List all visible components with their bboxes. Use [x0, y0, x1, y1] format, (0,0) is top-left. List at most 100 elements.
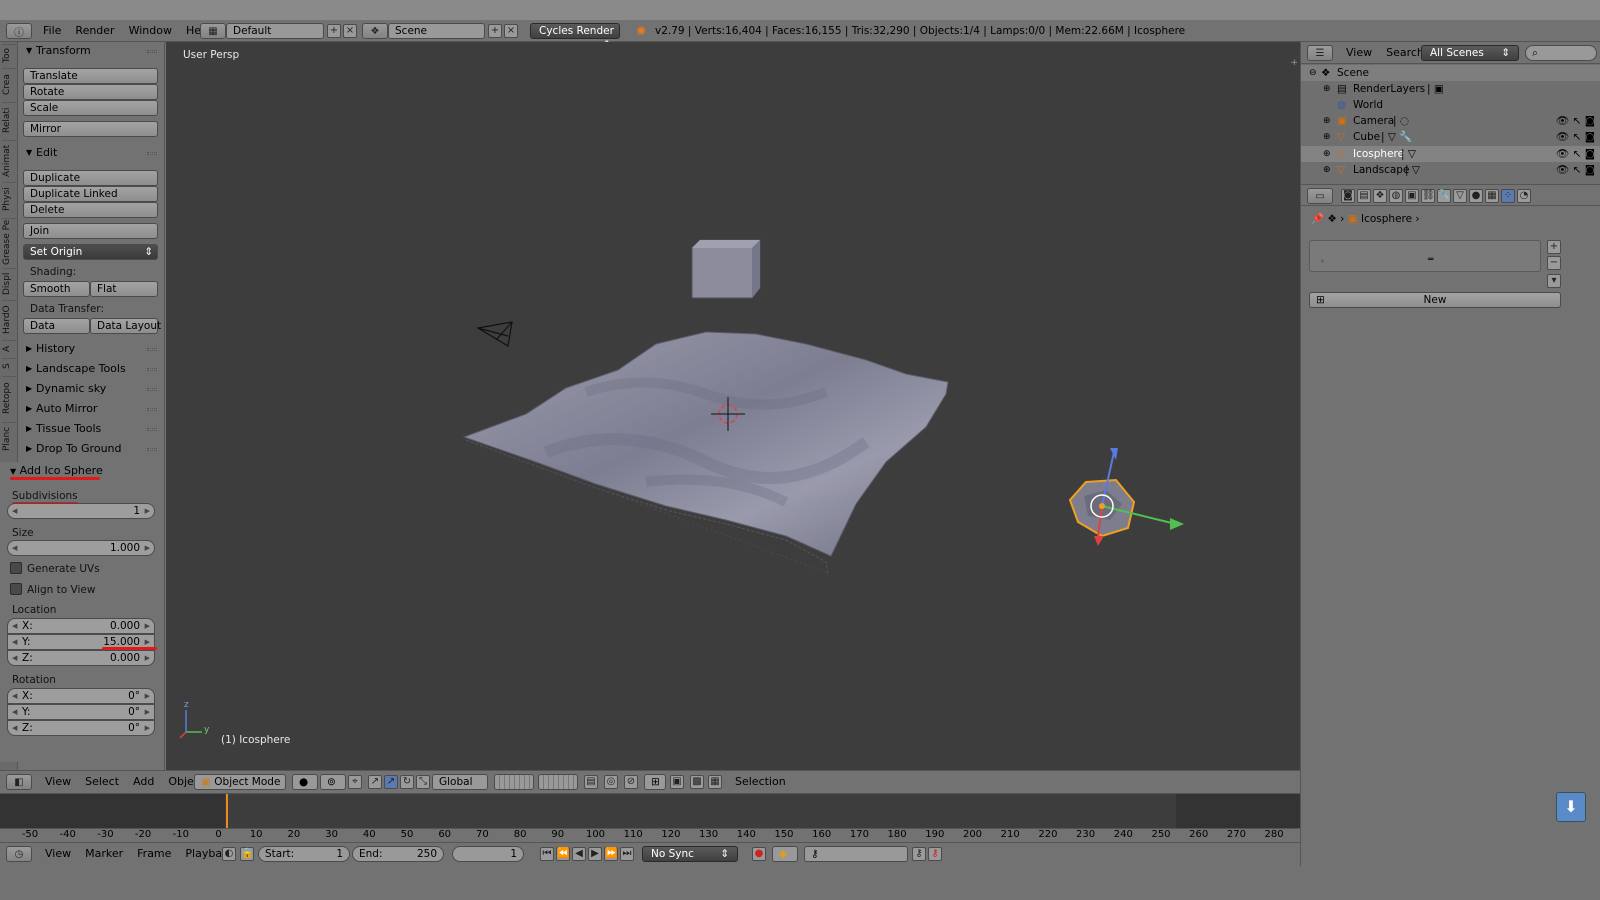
grip-icon[interactable]	[147, 348, 157, 351]
editor-type-button[interactable]: ◷	[6, 846, 32, 862]
menu-file[interactable]: File	[36, 23, 68, 39]
menu-marker[interactable]: Marker	[78, 846, 130, 862]
play-reverse-icon[interactable]: ◀	[572, 847, 586, 861]
menu-add[interactable]: Add	[126, 774, 161, 790]
landscape-tools-panel-header[interactable]: ▶ Landscape Tools	[18, 360, 165, 378]
keying-set-field[interactable]: ⚷	[804, 846, 908, 862]
proportional-edit-icon[interactable]: ◎	[604, 775, 618, 789]
menu-view[interactable]: View	[38, 846, 78, 862]
render-engine-dropdown[interactable]: Cycles Render ⇕	[530, 23, 620, 51]
grip-icon[interactable]	[147, 428, 157, 431]
layers-grid-2[interactable]	[538, 774, 578, 790]
preview-range-icon[interactable]: ◐	[222, 847, 236, 861]
arrow-left-icon[interactable]: ◀	[12, 705, 17, 719]
arrow-right-icon[interactable]: ▶	[145, 689, 150, 703]
shading-dropdown[interactable]: ●	[292, 774, 318, 790]
editor-type-button[interactable]: ☰	[1307, 45, 1333, 61]
landscape-mesh[interactable]	[462, 331, 949, 575]
menu-view[interactable]: View	[1339, 45, 1379, 61]
start-frame-field[interactable]: Start: 1	[258, 846, 350, 862]
data-layout-button[interactable]: Data Layout	[90, 318, 161, 334]
screen-layout-button[interactable]: ▦	[200, 23, 226, 39]
rotate-button[interactable]: Rotate	[23, 84, 158, 100]
snap-icon[interactable]: ⊘	[624, 775, 638, 789]
arrow-right-icon[interactable]: ▶	[145, 619, 150, 633]
transform-panel-header[interactable]: ▼ Transform	[18, 42, 165, 60]
tab-physics[interactable]: Physi	[2, 182, 16, 216]
cube-object[interactable]	[691, 239, 761, 299]
mode-dropdown[interactable]: ▣ Object Mode	[194, 774, 286, 790]
translate-button[interactable]: Translate	[23, 68, 158, 84]
lock-layers-icon[interactable]: ▤	[584, 775, 598, 789]
object-tab-icon[interactable]: ▣	[1405, 189, 1419, 203]
tab-tools[interactable]: Too	[2, 44, 16, 66]
grip-icon[interactable]	[147, 368, 157, 371]
grip-icon[interactable]	[147, 388, 157, 391]
translate-manipulator-icon[interactable]: ↗	[384, 775, 398, 789]
grip-icon[interactable]	[147, 152, 157, 155]
pivot-dropdown[interactable]: ⊚	[320, 774, 346, 790]
collapse-icon[interactable]: ⊖	[1309, 65, 1317, 81]
rotation-z-field[interactable]: ◀ Z: 0° ▶	[7, 720, 155, 736]
texture-tab-icon[interactable]: ▦	[1485, 189, 1499, 203]
menu-select[interactable]: Select	[78, 774, 126, 790]
physics-tab-icon[interactable]: ◔	[1517, 189, 1531, 203]
playhead[interactable]	[226, 794, 228, 828]
add-scene-icon[interactable]: +	[488, 24, 502, 38]
render-animation-icon[interactable]: ▩	[690, 775, 704, 789]
screen-layout-field[interactable]: Default	[226, 23, 324, 39]
pin-icon[interactable]: 📌	[1311, 213, 1324, 225]
menu-view[interactable]: View	[38, 774, 78, 790]
opengl-render-icon[interactable]: ▣	[670, 775, 684, 789]
generate-uvs-checkbox[interactable]	[10, 562, 22, 574]
grip-icon[interactable]	[147, 448, 157, 451]
arrow-left-icon[interactable]: ◀	[12, 721, 17, 735]
duplicate-linked-button[interactable]: Duplicate Linked	[23, 186, 158, 202]
tab-retopo[interactable]: Retopo	[2, 376, 16, 420]
outliner-row-scene[interactable]: ⊖ ❖ Scene	[1301, 65, 1600, 81]
arrow-left-icon[interactable]: ◀	[12, 651, 17, 665]
edit-panel-header[interactable]: ▼ Edit	[18, 144, 165, 162]
location-x-field[interactable]: ◀ X: 0.000 ▶	[7, 618, 155, 634]
editor-type-button[interactable]: ◧	[6, 774, 32, 790]
add-layout-icon[interactable]: +	[327, 24, 341, 38]
menu-frame[interactable]: Frame	[130, 846, 178, 862]
scale-manipulator-icon[interactable]: ⤡	[416, 775, 430, 789]
subdivisions-field[interactable]: ◀ 1 ▶	[7, 503, 155, 519]
arrow-right-icon[interactable]: ▶	[145, 705, 150, 719]
specials-menu-icon[interactable]: ▾	[1547, 274, 1561, 288]
arrow-left-icon[interactable]: ◀	[12, 619, 17, 633]
tab-planc[interactable]: Planc	[2, 422, 16, 454]
arrow-right-icon[interactable]: ▶	[145, 541, 150, 555]
join-button[interactable]: Join	[23, 223, 158, 239]
particles-tab-icon[interactable]: ⁘	[1501, 189, 1515, 203]
world-tab-icon[interactable]: ◍	[1389, 189, 1403, 203]
outliner-row-icosphere[interactable]: ⊕ ▽ Icosphere | ▽ 👁 ↖ ◙	[1301, 146, 1600, 162]
scene-field[interactable]: Scene	[388, 23, 485, 39]
arrow-right-icon[interactable]: ▶	[145, 721, 150, 735]
auto-mirror-panel-header[interactable]: ▶ Auto Mirror	[18, 400, 165, 418]
camera-object[interactable]	[476, 321, 513, 347]
remove-slot-icon[interactable]: −	[1547, 256, 1561, 270]
constraints-tab-icon[interactable]: ⛓	[1421, 189, 1435, 203]
dynamic-sky-panel-header[interactable]: ▶ Dynamic sky	[18, 380, 165, 398]
outliner-row-landscape[interactable]: ⊕ ▽ Landscape | ▽ 👁 ↖ ◙	[1301, 162, 1600, 178]
rotation-x-field[interactable]: ◀ X: 0° ▶	[7, 688, 155, 704]
scene-tab-icon[interactable]: ❖	[1373, 189, 1387, 203]
outliner-row-renderlayers[interactable]: ⊕ ▤ RenderLayers | ▣	[1301, 81, 1600, 97]
sync-dropdown[interactable]: No Sync ⇕	[642, 846, 738, 862]
scale-button[interactable]: Scale	[23, 100, 158, 116]
operator-panel-header[interactable]: ▼ Add Ico Sphere	[10, 464, 103, 477]
arrow-right-icon[interactable]: ▶	[145, 651, 150, 665]
expand-icon[interactable]: ⊕	[1323, 162, 1331, 178]
timeline-area[interactable]	[0, 794, 1300, 828]
particle-systems-list[interactable]: ◦ ═	[1309, 240, 1541, 272]
3d-viewport[interactable]: User Persp (1) Icosphere + z y	[166, 42, 1300, 770]
location-z-field[interactable]: ◀ Z: 0.000 ▶	[7, 650, 155, 666]
visibility-icons[interactable]: 👁 ↖ ◙	[1556, 113, 1595, 129]
arrow-left-icon[interactable]: ◀	[12, 689, 17, 703]
drop-to-ground-panel-header[interactable]: ▶ Drop To Ground	[18, 440, 165, 458]
tab-a[interactable]: A	[2, 340, 16, 356]
display-mode-dropdown[interactable]: All Scenes ⇕	[1421, 45, 1519, 61]
grip-icon[interactable]	[147, 50, 157, 53]
